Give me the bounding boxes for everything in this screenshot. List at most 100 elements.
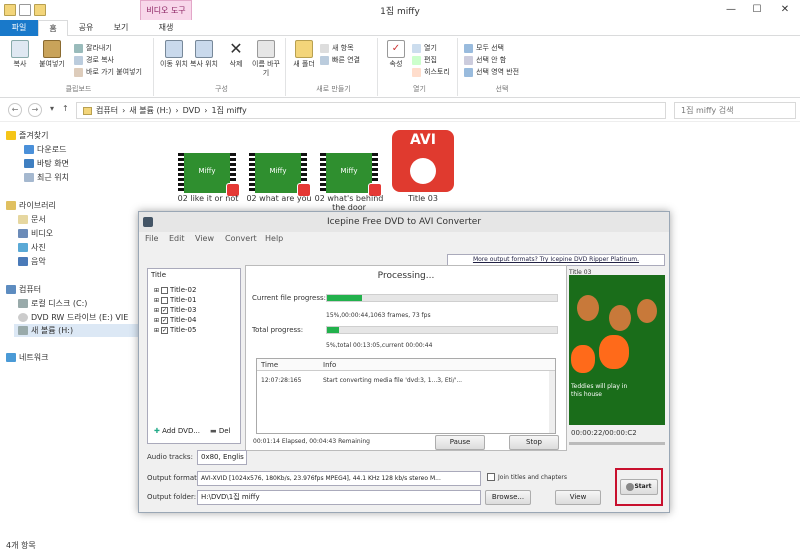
file-name[interactable]: 02 what are you [241, 194, 317, 203]
copy-to-button[interactable]: 복사 위치 [190, 40, 218, 69]
close-button[interactable]: ✕ [770, 0, 800, 20]
menu-view[interactable]: View [195, 234, 214, 243]
rename-button[interactable]: 이름 바꾸기 [252, 40, 280, 78]
browse-button[interactable]: Browse... [485, 490, 531, 505]
add-dvd-button[interactable]: ✚ Add DVD... [154, 427, 200, 435]
menu-file[interactable]: File [145, 234, 158, 243]
folder-icon[interactable] [4, 4, 16, 16]
nav-music[interactable]: 음악 [18, 256, 46, 267]
delete-button[interactable]: ✕ 삭제 [222, 40, 250, 69]
breadcrumb-computer[interactable]: 컴퓨터 [96, 105, 118, 116]
file-name[interactable]: 02 what's behind the door [311, 194, 387, 212]
search-input[interactable]: 1집 miffy 검색 [674, 102, 796, 119]
preview-seek-slider[interactable] [569, 442, 665, 445]
log-scrollbar[interactable] [549, 371, 555, 433]
file-thumbnail[interactable]: Miffy [249, 153, 311, 197]
start-button[interactable]: Start [620, 479, 658, 495]
expand-icon[interactable]: ⊞ [154, 287, 159, 294]
history-button[interactable]: 히스토리 [412, 67, 450, 77]
expand-icon[interactable]: ⊞ [154, 307, 159, 314]
up-arrow-icon[interactable]: ↑ [62, 104, 69, 113]
nav-recent[interactable]: 최근 위치 [24, 172, 69, 183]
tab-view[interactable]: 보기 [104, 20, 138, 36]
expand-icon[interactable]: ⊞ [154, 317, 159, 324]
breadcrumb-dvd[interactable]: DVD [183, 106, 201, 115]
file-thumbnail[interactable]: Miffy [178, 153, 240, 197]
properties-button[interactable]: ✓ 속성 [382, 40, 410, 69]
forward-button[interactable]: → [28, 103, 42, 117]
copy-button[interactable]: 복사 [6, 40, 34, 69]
new-folder-icon[interactable] [34, 4, 46, 16]
recent-dropdown-icon[interactable]: ▾ [50, 104, 54, 113]
nav-computer[interactable]: 컴퓨터 [6, 284, 41, 295]
title-checkbox[interactable]: ✓ [161, 326, 169, 334]
title-checkbox[interactable]: ✓ [161, 306, 169, 314]
copy-to-label: 복사 위치 [190, 60, 218, 68]
title-row[interactable]: ⊞ Title-01 [154, 296, 196, 304]
nav-pictures[interactable]: 사진 [18, 242, 46, 253]
view-button[interactable]: View [555, 490, 601, 505]
file-thumbnail[interactable]: Miffy [320, 153, 382, 197]
menu-help[interactable]: Help [265, 234, 283, 243]
nav-desktop[interactable]: 바탕 화면 [24, 158, 69, 169]
tab-home[interactable]: 홈 [38, 20, 68, 37]
nav-local-disk[interactable]: 로컬 디스크 (C:) [18, 298, 87, 309]
new-item-button[interactable]: 새 항목 [320, 43, 354, 53]
breadcrumb-volume[interactable]: 새 볼륨 (H:) [129, 105, 171, 116]
nav-favorites[interactable]: 즐겨찾기 [6, 130, 48, 141]
join-titles-checkbox[interactable] [487, 473, 495, 481]
select-none-button[interactable]: 선택 안 함 [464, 55, 506, 65]
nav-network[interactable]: 네트워크 [6, 352, 48, 363]
properties-icon[interactable] [19, 4, 31, 16]
back-button[interactable]: ← [8, 103, 22, 117]
cut-button[interactable]: 잘라내기 [74, 43, 112, 53]
title-row[interactable]: ⊞ ✓ Title-05 [154, 326, 196, 334]
title-checkbox[interactable] [161, 296, 169, 304]
nav-desktop-label: 바탕 화면 [37, 159, 69, 168]
nav-videos[interactable]: 비디오 [18, 228, 53, 239]
move-to-button[interactable]: 이동 위치 [160, 40, 188, 69]
address-bar[interactable]: 컴퓨터 › 새 볼륨 (H:) › DVD › 1집 miffy [76, 102, 666, 119]
select-all-button[interactable]: 모두 선택 [464, 43, 504, 53]
new-folder-button[interactable]: 새 폴더 [290, 40, 318, 69]
invert-selection-button[interactable]: 선택 영역 반전 [464, 67, 519, 77]
copy-path-button[interactable]: 경로 복사 [74, 55, 114, 65]
maximize-button[interactable]: ☐ [744, 0, 770, 20]
edit-button[interactable]: 편집 [412, 55, 437, 65]
expand-icon[interactable]: ⊞ [154, 297, 159, 304]
nav-libraries[interactable]: 라이브러리 [6, 200, 56, 211]
shortcut-icon [74, 67, 83, 77]
open-button[interactable]: 열기 [412, 43, 437, 53]
tab-share[interactable]: 공유 [68, 20, 104, 36]
pause-button[interactable]: Pause [435, 435, 485, 450]
delete-title-button[interactable]: ▬ Del [210, 427, 231, 435]
stop-button[interactable]: Stop [509, 435, 559, 450]
menu-edit[interactable]: Edit [169, 234, 185, 243]
paste-shortcut-button[interactable]: 바로 가기 붙여넣기 [74, 67, 142, 77]
breadcrumb-miffy[interactable]: 1집 miffy [211, 105, 246, 116]
paste-icon [43, 40, 61, 58]
file-name[interactable]: Title 03 [385, 194, 461, 203]
nav-local-disk-label: 로컬 디스크 (C:) [31, 299, 88, 308]
title-checkbox[interactable] [161, 286, 169, 294]
output-format-select[interactable]: AVI-XVID [1024x576, 180Kb/s, 23.976fps M… [197, 471, 481, 486]
file-name[interactable]: 02 like it or not [170, 194, 246, 203]
title-row[interactable]: ⊞ ✓ Title-03 [154, 306, 196, 314]
paste-button[interactable]: 붙여넣기 [38, 40, 66, 69]
bear-figure [609, 305, 631, 331]
nav-downloads[interactable]: 다운로드 [24, 144, 66, 155]
menu-convert[interactable]: Convert [225, 234, 257, 243]
audio-tracks-select[interactable]: 0x80, Englis [197, 450, 247, 465]
tab-play[interactable]: 재생 [140, 20, 192, 36]
nav-volume-h[interactable]: 새 볼륨 (H:) [14, 324, 138, 337]
easy-access-button[interactable]: 빠른 연결 [320, 55, 360, 65]
nav-documents[interactable]: 문서 [18, 214, 46, 225]
expand-icon[interactable]: ⊞ [154, 327, 159, 334]
title-row[interactable]: ⊞ Title-02 [154, 286, 196, 294]
title-checkbox[interactable]: ✓ [161, 316, 169, 324]
title-row[interactable]: ⊞ ✓ Title-04 [154, 316, 196, 324]
nav-dvd-drive[interactable]: DVD RW 드라이브 (E:) VIE [18, 312, 128, 323]
tab-file[interactable]: 파일 [0, 20, 38, 36]
minimize-button[interactable]: — [718, 0, 744, 20]
output-folder-input[interactable]: H:\DVD\1집 miffy [197, 490, 481, 505]
